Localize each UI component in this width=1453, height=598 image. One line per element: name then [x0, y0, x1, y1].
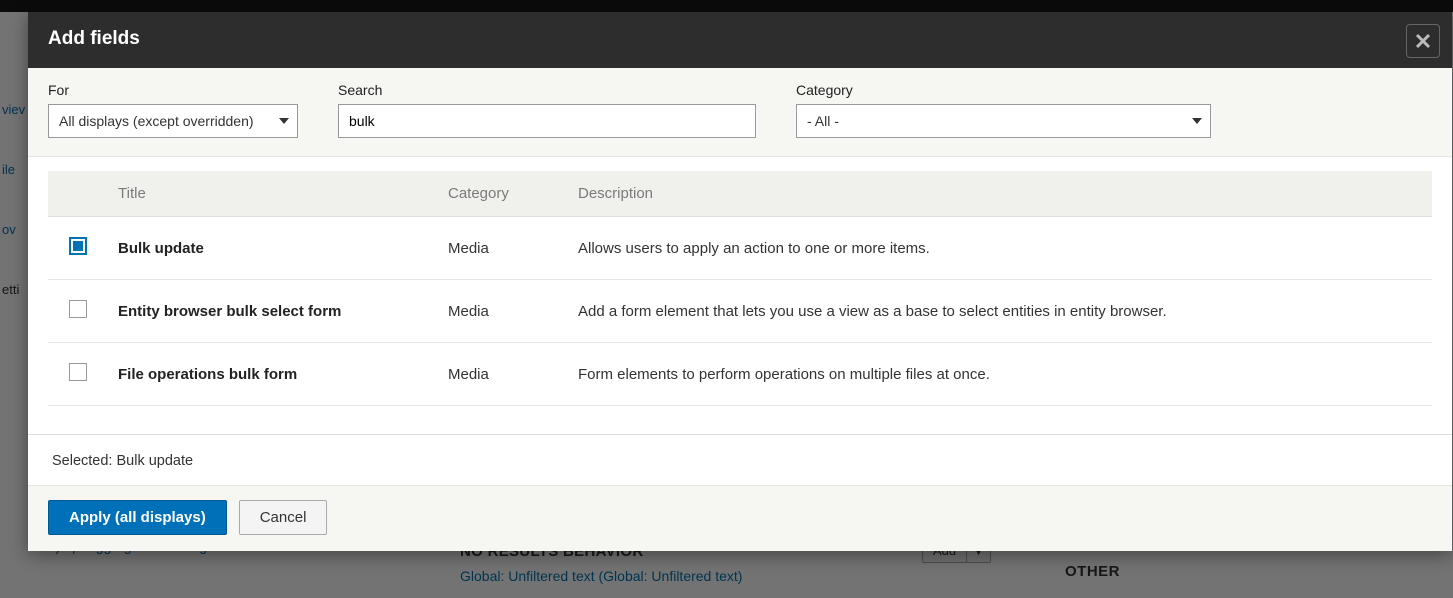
fields-table: Title Category Description Bulk update M…: [48, 171, 1432, 406]
dialog-footer: Apply (all displays) Cancel: [28, 485, 1452, 551]
table-row[interactable]: Bulk update Media Allows users to apply …: [48, 217, 1432, 280]
for-label: For: [48, 82, 298, 98]
row-description: Form elements to perform operations on m…: [568, 343, 1432, 406]
table-row[interactable]: File operations bulk form Media Form ele…: [48, 343, 1432, 406]
row-description: Allows users to apply an action to one o…: [568, 217, 1432, 280]
table-header-row: Title Category Description: [48, 171, 1432, 217]
row-title: Entity browser bulk select form: [108, 280, 438, 343]
filter-bar: For All displays (except overridden) Sea…: [28, 68, 1452, 157]
col-checkbox: [48, 171, 108, 217]
row-description: Add a form element that lets you use a v…: [568, 280, 1432, 343]
col-category[interactable]: Category: [438, 171, 568, 217]
for-select-value: All displays (except overridden): [59, 113, 254, 129]
add-fields-dialog: Add fields For All displays (except over…: [28, 12, 1452, 551]
row-checkbox[interactable]: [69, 300, 87, 318]
row-title: Bulk update: [108, 217, 438, 280]
category-filter-group: Category - All -: [796, 82, 1211, 138]
row-category: Media: [438, 343, 568, 406]
chevron-down-icon: [279, 118, 289, 124]
col-description[interactable]: Description: [568, 171, 1432, 217]
apply-button[interactable]: Apply (all displays): [48, 500, 227, 535]
for-filter-group: For All displays (except overridden): [48, 82, 298, 138]
category-select[interactable]: - All -: [796, 104, 1211, 138]
close-button[interactable]: [1406, 24, 1440, 58]
row-category: Media: [438, 217, 568, 280]
fields-table-wrap: Title Category Description Bulk update M…: [28, 171, 1452, 406]
search-input[interactable]: [338, 104, 756, 138]
category-label: Category: [796, 82, 1211, 98]
col-title[interactable]: Title: [108, 171, 438, 217]
selected-summary: Selected: Bulk update: [28, 434, 1452, 485]
cancel-button[interactable]: Cancel: [239, 500, 328, 535]
close-icon: [1415, 33, 1431, 49]
table-row[interactable]: Entity browser bulk select form Media Ad…: [48, 280, 1432, 343]
row-category: Media: [438, 280, 568, 343]
selected-value: Bulk update: [117, 453, 194, 469]
chevron-down-icon: [1192, 118, 1202, 124]
category-select-value: - All -: [807, 113, 839, 129]
search-label: Search: [338, 82, 756, 98]
dialog-title: Add fields: [48, 28, 1432, 50]
search-filter-group: Search: [338, 82, 756, 138]
dialog-header: Add fields: [28, 12, 1452, 68]
row-title: File operations bulk form: [108, 343, 438, 406]
row-checkbox[interactable]: [69, 363, 87, 381]
selected-label: Selected:: [52, 453, 112, 469]
for-select[interactable]: All displays (except overridden): [48, 104, 298, 138]
row-checkbox[interactable]: [69, 237, 87, 255]
